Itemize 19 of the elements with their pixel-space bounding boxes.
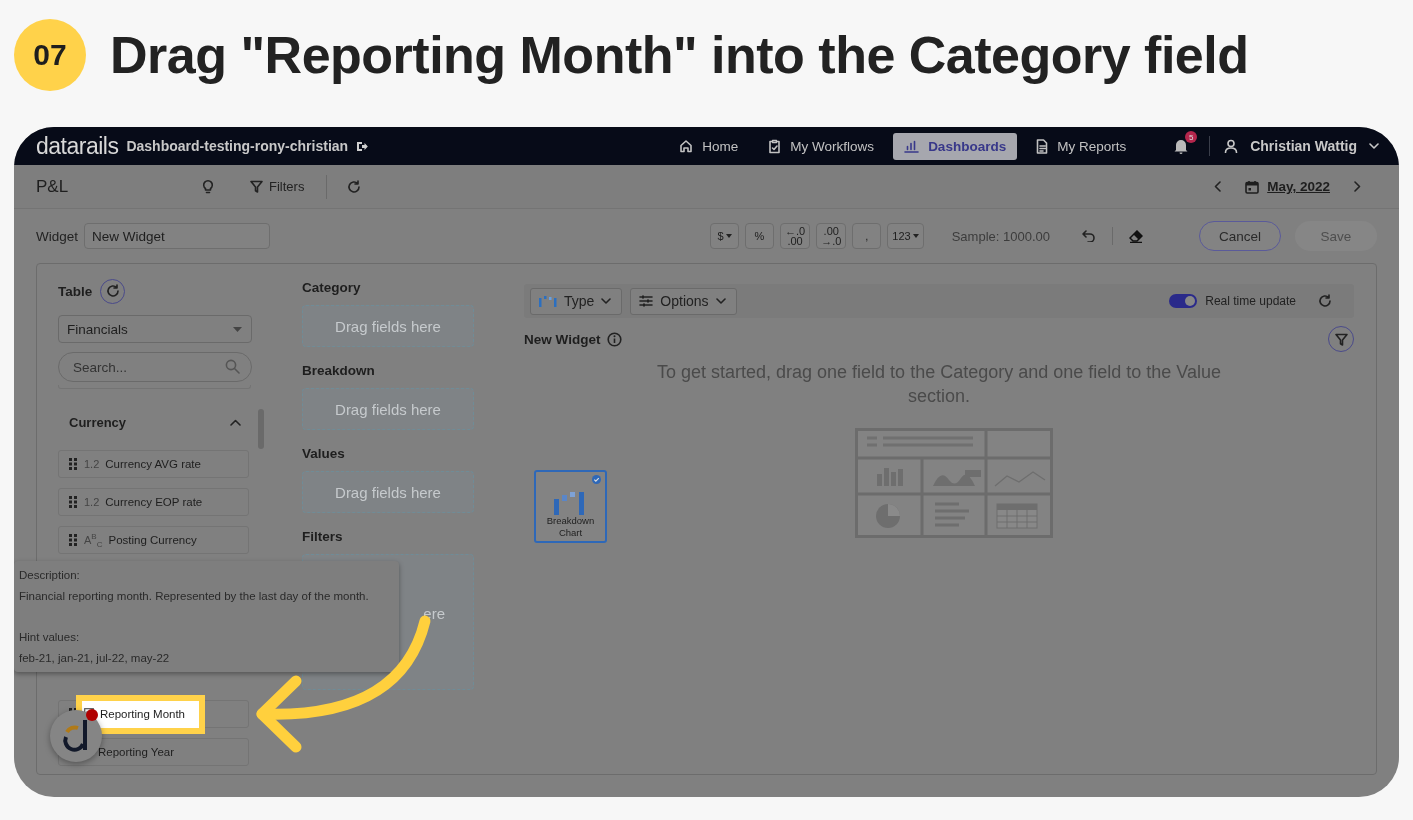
section-label: Category bbox=[302, 280, 362, 295]
tooltip-label: Description: bbox=[19, 569, 81, 581]
type-label: 1.2 bbox=[84, 458, 100, 470]
step-title: Drag "Reporting Month" into the Category field bbox=[110, 25, 1249, 85]
section-label: Breakdown bbox=[302, 363, 376, 378]
section-label: Values bbox=[302, 446, 346, 461]
table-label: Table bbox=[58, 283, 93, 299]
tooltip-text: feb-21, jan-21, jul-22, may-22 bbox=[19, 652, 171, 664]
tooltip-label: Hint values: bbox=[19, 631, 81, 643]
notification-count: 5 bbox=[1185, 131, 1198, 143]
step-number: 07 bbox=[14, 19, 86, 91]
sample-text: Sample: 1000.00 bbox=[951, 228, 1050, 244]
page-title: P&L bbox=[36, 176, 70, 197]
tooltip-text: Financial reporting month. Represented by the last day of the month. bbox=[19, 590, 370, 602]
type-label: 1.2 bbox=[84, 496, 100, 508]
widget-label: Widget bbox=[36, 228, 79, 244]
widget-title: New Widget bbox=[524, 331, 601, 347]
section-label: Filters bbox=[302, 529, 344, 544]
toggle-label: Real time update bbox=[1205, 294, 1296, 308]
